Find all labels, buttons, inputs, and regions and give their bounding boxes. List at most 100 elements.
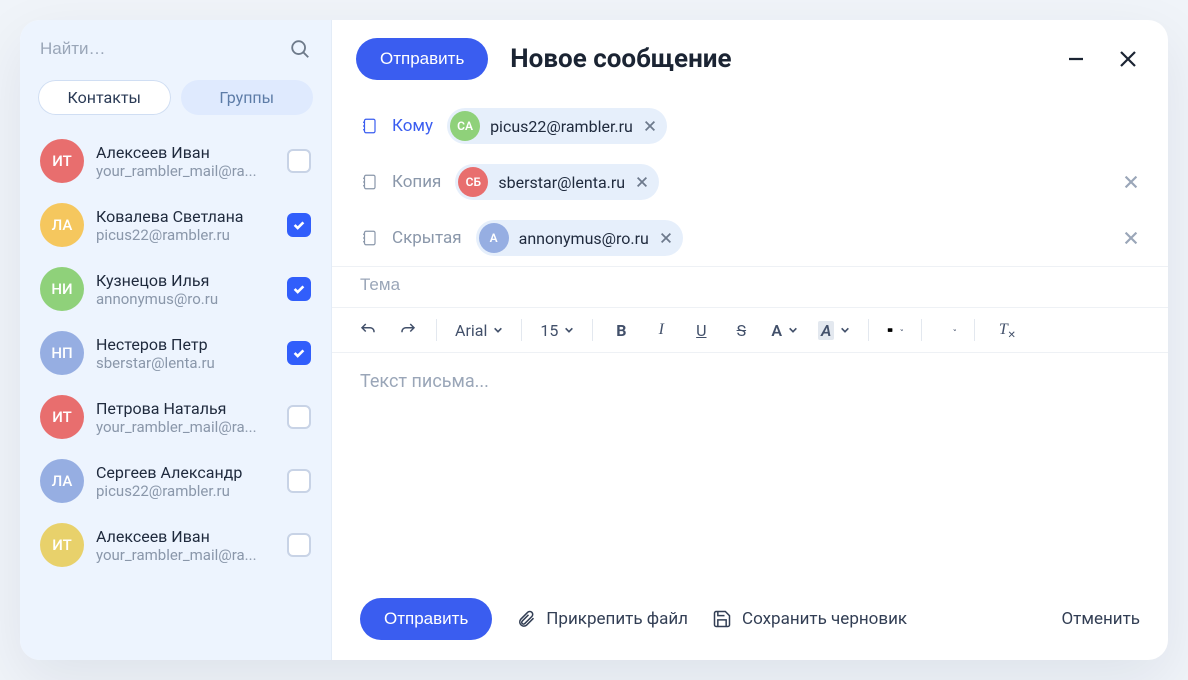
sidebar-tabs: Контакты Группы bbox=[20, 72, 331, 129]
contact-name: Ковалева Светлана bbox=[96, 207, 275, 226]
contact-checkbox[interactable] bbox=[287, 533, 311, 557]
address-book-icon[interactable] bbox=[360, 173, 378, 191]
close-icon[interactable] bbox=[1116, 47, 1140, 71]
contact-name: Кузнецов Илья bbox=[96, 271, 275, 290]
chip-remove-icon[interactable] bbox=[635, 175, 649, 189]
contact-email: picus22@rambler.ru bbox=[96, 226, 271, 244]
contact-row[interactable]: ЛАСергеев Александрpicus22@rambler.ru bbox=[30, 449, 321, 513]
chip-email: annonymus@ro.ru bbox=[519, 229, 649, 248]
subject-row bbox=[332, 266, 1168, 307]
clear-formatting-button[interactable]: T✕ bbox=[987, 314, 1019, 346]
search-icon[interactable] bbox=[289, 38, 311, 60]
contact-email: your_rambler_mail@ra... bbox=[96, 418, 271, 436]
cancel-button[interactable]: Отменить bbox=[1061, 609, 1140, 629]
toolbar-separator bbox=[974, 319, 975, 341]
avatar: ИТ bbox=[40, 139, 84, 183]
contact-email: sberstar@lenta.ru bbox=[96, 354, 271, 372]
toolbar-separator bbox=[521, 319, 522, 341]
underline-button[interactable]: U bbox=[685, 314, 717, 346]
chevron-down-icon bbox=[840, 325, 850, 335]
subject-input[interactable] bbox=[360, 275, 1140, 295]
contact-checkbox[interactable] bbox=[287, 149, 311, 173]
tab-groups[interactable]: Группы bbox=[181, 80, 314, 115]
message-body[interactable]: Текст письма... bbox=[332, 353, 1168, 582]
contact-row[interactable]: НИ Кузнецов Ильяannonymus@ro.ru bbox=[30, 257, 321, 321]
contact-email: your_rambler_mail@ra... bbox=[96, 546, 271, 564]
contact-checkbox[interactable] bbox=[287, 405, 311, 429]
send-button-header[interactable]: Отправить bbox=[356, 38, 488, 80]
contact-checkbox[interactable] bbox=[287, 341, 311, 365]
chip-avatar: А bbox=[479, 223, 509, 253]
contacts-list[interactable]: ИТАлексеев Иванyour_rambler_mail@ra...ЛА… bbox=[20, 129, 331, 660]
font-size-label: 15 bbox=[540, 321, 558, 340]
attach-file-label: Прикрепить файл bbox=[546, 609, 688, 629]
address-book-icon[interactable] bbox=[360, 117, 378, 135]
avatar: ИТ bbox=[40, 523, 84, 567]
contact-row[interactable]: ИТ Петрова Натальяyour_rambler_mail@ra... bbox=[30, 385, 321, 449]
chip-remove-icon[interactable] bbox=[659, 231, 673, 245]
cc-chip: СБ sberstar@lenta.ru bbox=[455, 164, 659, 200]
text-color-button[interactable]: A bbox=[765, 321, 804, 340]
insert-image-button[interactable] bbox=[881, 325, 909, 335]
contact-name: Алексеев Иван bbox=[96, 527, 275, 546]
toolbar-separator bbox=[592, 319, 593, 341]
save-icon bbox=[712, 609, 732, 629]
cc-row[interactable]: Копия СБ sberstar@lenta.ru bbox=[360, 154, 1140, 210]
search-input[interactable] bbox=[40, 39, 289, 59]
contact-row[interactable]: ИТ Алексеев Иванyour_rambler_mail@ra... bbox=[30, 513, 321, 577]
avatar: НИ bbox=[40, 267, 84, 311]
contact-info: Петрова Натальяyour_rambler_mail@ra... bbox=[96, 399, 275, 436]
compose-footer: Отправить Прикрепить файл Сохранить черн… bbox=[332, 582, 1168, 660]
chip-remove-icon[interactable] bbox=[643, 119, 657, 133]
redo-button[interactable] bbox=[392, 314, 424, 346]
font-family-select[interactable]: Arial bbox=[449, 321, 509, 340]
align-button[interactable] bbox=[934, 325, 962, 335]
strikethrough-button[interactable]: S bbox=[725, 314, 757, 346]
to-chip: СА picus22@rambler.ru bbox=[447, 108, 667, 144]
bcc-chip: А annonymus@ro.ru bbox=[476, 220, 683, 256]
contact-email: your_rambler_mail@ra... bbox=[96, 162, 271, 180]
compose-header: Отправить Новое сообщение bbox=[332, 20, 1168, 98]
bcc-row[interactable]: Скрытая А annonymus@ro.ru bbox=[360, 210, 1140, 266]
highlight-color-button[interactable]: A bbox=[812, 321, 856, 340]
search-row bbox=[20, 20, 331, 72]
contact-checkbox[interactable] bbox=[287, 277, 311, 301]
to-label: Кому bbox=[392, 116, 433, 136]
chevron-down-icon bbox=[900, 325, 904, 335]
contact-row[interactable]: ЛА Ковалева Светланаpicus22@rambler.ru bbox=[30, 193, 321, 257]
avatar: ИТ bbox=[40, 395, 84, 439]
address-book-icon[interactable] bbox=[360, 229, 378, 247]
undo-button[interactable] bbox=[352, 314, 384, 346]
avatar: НП bbox=[40, 331, 84, 375]
contact-row[interactable]: ИТ Алексеев Иванyour_rambler_mail@ra... bbox=[30, 129, 321, 193]
chip-email: picus22@rambler.ru bbox=[490, 117, 633, 136]
app-window: Контакты Группы ИТАлексеев Иванyour_ramb… bbox=[20, 20, 1168, 660]
chevron-down-icon bbox=[564, 325, 574, 335]
send-button-footer[interactable]: Отправить bbox=[360, 598, 492, 640]
contact-row[interactable]: НПНестеров Петрsberstar@lenta.ru bbox=[30, 321, 321, 385]
font-size-select[interactable]: 15 bbox=[534, 321, 580, 340]
compose-panel: Отправить Новое сообщение Кому СА bbox=[332, 20, 1168, 660]
font-family-label: Arial bbox=[455, 321, 487, 340]
paperclip-icon bbox=[516, 609, 536, 629]
save-draft-label: Сохранить черновик bbox=[742, 609, 907, 629]
minimize-icon[interactable] bbox=[1064, 47, 1088, 71]
tab-contacts[interactable]: Контакты bbox=[38, 80, 171, 115]
row-remove-icon[interactable] bbox=[1122, 173, 1140, 191]
attach-file-button[interactable]: Прикрепить файл bbox=[516, 609, 688, 629]
chip-avatar: СБ bbox=[458, 167, 488, 197]
toolbar-separator bbox=[921, 319, 922, 341]
contact-checkbox[interactable] bbox=[287, 469, 311, 493]
save-draft-button[interactable]: Сохранить черновик bbox=[712, 609, 907, 629]
avatar: ЛА bbox=[40, 203, 84, 247]
to-row[interactable]: Кому СА picus22@rambler.ru bbox=[360, 98, 1140, 154]
bold-button[interactable]: B bbox=[605, 314, 637, 346]
chevron-down-icon bbox=[788, 325, 798, 335]
bcc-label: Скрытая bbox=[392, 228, 462, 248]
contact-info: Кузнецов Ильяannonymus@ro.ru bbox=[96, 271, 275, 308]
window-controls bbox=[1064, 47, 1140, 71]
row-remove-icon[interactable] bbox=[1122, 229, 1140, 247]
contact-checkbox[interactable] bbox=[287, 213, 311, 237]
italic-button[interactable]: I bbox=[645, 314, 677, 346]
contact-name: Алексеев Иван bbox=[96, 143, 275, 162]
